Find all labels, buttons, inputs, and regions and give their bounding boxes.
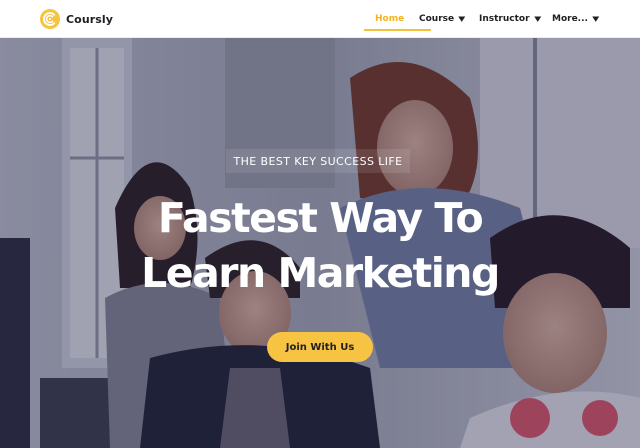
- site-header: Coursly Home Course ▼ Instructor ▼ More.…: [0, 0, 640, 38]
- join-with-us-button[interactable]: Join With Us: [267, 332, 373, 362]
- hero-eyebrow: THE BEST KEY SUCCESS LIFE: [226, 149, 410, 173]
- nav-item-label: Instructor: [479, 14, 530, 24]
- headline-line-1: Fastest Way To: [157, 194, 484, 242]
- hero-section: THE BEST KEY SUCCESS LIFE Fastest Way To…: [0, 38, 640, 448]
- coursly-logo-icon: [40, 9, 60, 29]
- nav-item-more[interactable]: More... ▼: [552, 0, 612, 38]
- main-nav: Home Course ▼ Instructor ▼ More... ▼: [364, 0, 612, 38]
- chevron-down-icon: ▼: [458, 15, 466, 23]
- hero-headline: Fastest Way To Learn Marketing: [120, 191, 520, 301]
- nav-item-home[interactable]: Home: [364, 0, 431, 38]
- nav-item-label: More...: [552, 14, 588, 24]
- nav-item-label: Home: [375, 14, 405, 24]
- headline-line-2: Learn Marketing: [141, 249, 500, 297]
- nav-item-course[interactable]: Course ▼: [419, 0, 479, 38]
- chevron-down-icon: ▼: [592, 15, 600, 23]
- nav-item-instructor[interactable]: Instructor ▼: [479, 0, 552, 38]
- brand-name: Coursly: [66, 12, 114, 26]
- chevron-down-icon: ▼: [533, 15, 541, 23]
- brand-logo[interactable]: Coursly: [40, 9, 113, 29]
- nav-item-label: Course: [419, 14, 455, 24]
